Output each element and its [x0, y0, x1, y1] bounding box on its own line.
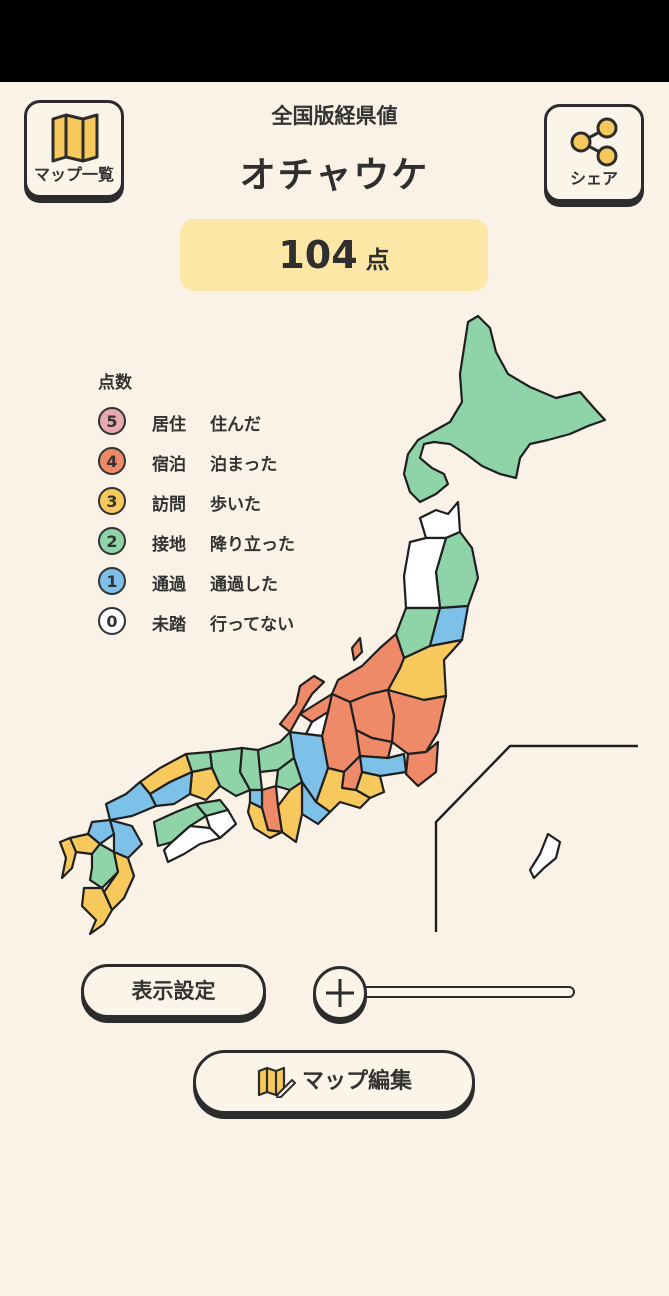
legend-kind: 接地 [152, 535, 186, 555]
legend-score-badge: 0 [98, 607, 126, 635]
legend-kind: 通過 [152, 575, 186, 595]
legend-kind: 居住 [152, 415, 186, 435]
legend-score-badge: 2 [98, 527, 126, 555]
legend-desc: 行ってない [210, 615, 295, 635]
edit-map-label: マップ編集 [301, 1069, 412, 1094]
zoom-slider-handle[interactable] [313, 966, 367, 1020]
prefecture-sado[interactable] [350, 636, 364, 662]
legend-desc: 歩いた [210, 495, 261, 515]
prefecture-aomori[interactable] [418, 500, 462, 540]
zoom-slider-track[interactable] [355, 986, 575, 998]
legend-desc: 通過した [210, 575, 278, 595]
legend-desc: 泊まった [210, 455, 278, 475]
legend-item: 0 未踏 行ってない [98, 603, 294, 643]
prefecture-okinawa[interactable] [528, 832, 562, 880]
legend-desc: 住んだ [210, 415, 261, 435]
legend-item: 2 接地 降り立った [98, 523, 295, 563]
okinawa-inset-frame [434, 744, 638, 932]
legend-title: 点数 [98, 373, 132, 393]
legend-score-badge: 5 [98, 407, 126, 435]
legend-kind: 訪問 [152, 495, 186, 515]
prefecture-nagasaki[interactable] [58, 836, 78, 880]
legend-item: 1 通過 通過した [98, 563, 278, 603]
display-settings-button[interactable]: 表示設定 [81, 964, 266, 1018]
legend-item: 4 宿泊 泊まった [98, 443, 277, 483]
prefecture-hokkaido[interactable] [402, 314, 607, 504]
app-screen: マップ一覧 全国版経県値 オチャウケ シェア 104 点 点数 5 居住 住んだ… [0, 82, 669, 1296]
score-legend: 点数 5 居住 住んだ 4 宿泊 泊まった 3 訪問 歩いた 2 接地 降り立っ… [98, 368, 295, 643]
edit-map-button[interactable]: マップ編集 [193, 1050, 475, 1114]
legend-kind: 宿泊 [152, 455, 186, 475]
legend-score-badge: 1 [98, 567, 126, 595]
legend-score-badge: 4 [98, 447, 126, 475]
legend-item: 5 居住 住んだ [98, 403, 261, 443]
legend-item: 3 訪問 歩いた [98, 483, 261, 523]
map-pencil-icon [257, 1066, 297, 1100]
legend-score-badge: 3 [98, 487, 126, 515]
plus-icon [326, 979, 354, 1007]
legend-kind: 未踏 [152, 615, 186, 635]
legend-desc: 降り立った [210, 535, 295, 555]
